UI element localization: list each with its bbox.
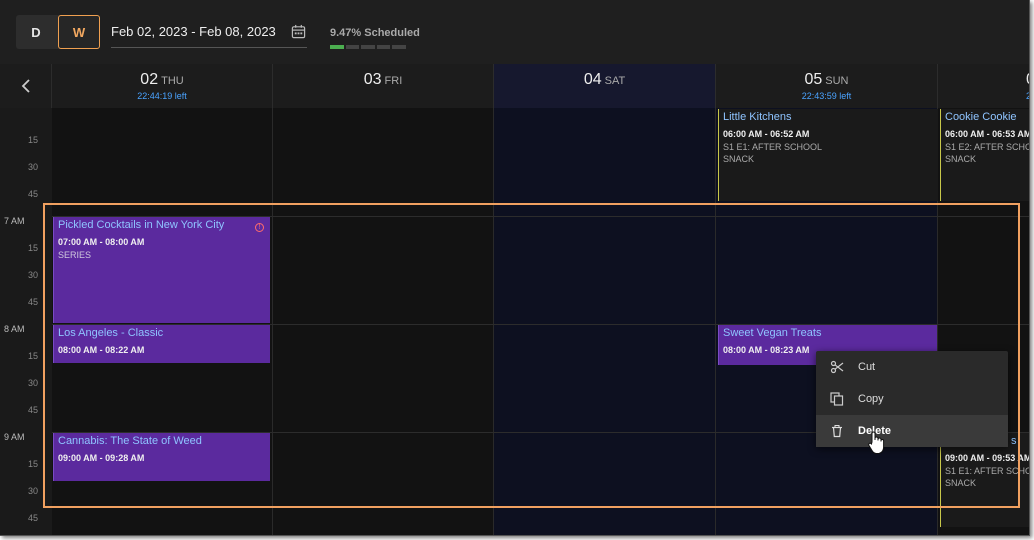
time-left: 22:43:59 left <box>801 91 852 101</box>
day-number: 03 <box>363 71 382 88</box>
time-label: 9 AM <box>4 432 25 442</box>
time-label: 45 <box>27 189 38 199</box>
time-label: 15 <box>27 351 38 361</box>
event-cannabis[interactable]: Cannabis: The State of Weed 09:00 AM - 0… <box>53 433 270 481</box>
event-subtitle-2: SNACK <box>945 154 977 164</box>
day-number: 02 <box>140 71 159 88</box>
day-column-sat[interactable] <box>494 108 716 535</box>
day-name: FRI <box>384 75 403 87</box>
warning-icon: ! <box>255 223 264 232</box>
menu-item-delete[interactable]: Delete <box>816 415 1008 447</box>
previous-week-button[interactable] <box>0 64 52 108</box>
event-title: Cannabis: The State of Weed <box>58 435 202 447</box>
time-label: 8 AM <box>4 324 25 334</box>
day-header-thu[interactable]: 02 THU 22:44:19 left <box>52 64 273 108</box>
event-title: Sweet Vegan Treats <box>723 327 822 339</box>
day-header-sun[interactable]: 05 SUN 22:43:59 left <box>716 64 938 108</box>
event-subtitle: SERIES <box>58 250 92 260</box>
day-number: 05 <box>804 71 823 88</box>
copy-icon <box>830 392 844 406</box>
event-subtitle: S1 E1: AFTER SCHOO <box>945 466 1030 476</box>
time-label: 15 <box>27 135 38 145</box>
event-subtitle-2: SNACK <box>723 154 755 164</box>
time-label: 45 <box>27 297 38 307</box>
time-label: 45 <box>27 513 38 523</box>
event-time: 06:00 AM - 06:53 AM <box>945 129 1030 139</box>
menu-item-copy[interactable]: Copy <box>816 383 1008 415</box>
day-header-fri[interactable]: 03 FRI <box>273 64 494 108</box>
event-title: Cookie Cookie <box>945 111 1017 123</box>
event-time: 06:00 AM - 06:52 AM <box>723 129 810 139</box>
day-number: 04 <box>583 71 602 88</box>
event-time: 07:00 AM - 08:00 AM <box>58 237 145 247</box>
time-left: 22:44:19 left <box>137 91 187 101</box>
view-toggle: D W <box>16 15 100 49</box>
day-view-button[interactable]: D <box>16 15 56 49</box>
event-los-angeles-classic[interactable]: Los Angeles - Classic 08:00 AM - 08:22 A… <box>53 325 270 363</box>
event-title: Pickled Cocktails in New York City <box>58 219 225 231</box>
scheduled-percentage: 9.47% Scheduled <box>330 27 420 39</box>
event-time: 09:00 AM - 09:28 AM <box>58 453 145 463</box>
hand-cursor-icon <box>868 431 885 454</box>
event-subtitle: S1 E1: AFTER SCHOOL <box>723 142 823 152</box>
day-name: SUN <box>825 75 849 87</box>
time-left: 2 <box>938 91 1029 101</box>
time-label: 30 <box>27 162 38 172</box>
time-label: 30 <box>27 486 38 496</box>
event-title: Little Kitchens <box>723 111 792 123</box>
time-gutter: 15 30 45 7 AM 15 30 45 8 AM 15 30 45 9 A… <box>0 108 52 535</box>
time-label: 45 <box>27 405 38 415</box>
event-pickled-cocktails[interactable]: Pickled Cocktails in New York City 07:00… <box>53 217 270 323</box>
event-title: Los Angeles - Classic <box>58 327 164 339</box>
day-name: SAT <box>604 75 626 87</box>
event-time: 08:00 AM - 08:22 AM <box>58 345 145 355</box>
date-range-field[interactable]: Feb 02, 2023 - Feb 08, 2023 <box>111 24 276 39</box>
scheduled-progress-bar <box>330 45 406 49</box>
menu-item-label: Copy <box>858 393 884 405</box>
context-menu: Cut Copy Delete <box>816 351 1008 447</box>
trash-icon <box>830 424 844 438</box>
scissors-icon <box>830 360 844 374</box>
toolbar: D W Feb 02, 2023 - Feb 08, 2023 9.47% Sc… <box>0 0 1029 64</box>
event-subtitle: S1 E2: AFTER SCHOO <box>945 142 1030 152</box>
event-mon-9am[interactable]: s 09:00 AM - 09:53 AM S1 E1: AFTER SCHOO… <box>940 433 1030 527</box>
event-subtitle-2: SNACK <box>945 478 977 488</box>
chevron-left-icon <box>21 79 30 93</box>
event-time: 09:00 AM - 09:53 AM <box>945 453 1030 463</box>
calendar-window: D W Feb 02, 2023 - Feb 08, 2023 9.47% Sc… <box>0 0 1030 536</box>
day-column-fri[interactable] <box>273 108 494 535</box>
day-header-sat[interactable]: 04 SAT <box>494 64 716 108</box>
day-name: THU <box>161 75 184 87</box>
time-label: 7 AM <box>4 216 25 226</box>
menu-item-label: Cut <box>858 361 876 373</box>
menu-item-cut[interactable]: Cut <box>816 351 1008 383</box>
week-view-button[interactable]: W <box>58 15 100 49</box>
time-label: 30 <box>27 378 38 388</box>
calendar-icon[interactable] <box>291 24 306 39</box>
event-little-kitchens[interactable]: Little Kitchens 06:00 AM - 06:52 AM S1 E… <box>718 109 938 201</box>
event-cookie-cookie[interactable]: Cookie Cookie 06:00 AM - 06:53 AM S1 E2:… <box>940 109 1030 201</box>
time-label: 15 <box>27 243 38 253</box>
time-label: 30 <box>27 270 38 280</box>
day-header-mon-partial[interactable]: 0 2 <box>938 64 1029 108</box>
date-range-underline <box>111 47 307 48</box>
time-label: 15 <box>27 459 38 469</box>
day-number: 0 <box>1026 71 1029 88</box>
